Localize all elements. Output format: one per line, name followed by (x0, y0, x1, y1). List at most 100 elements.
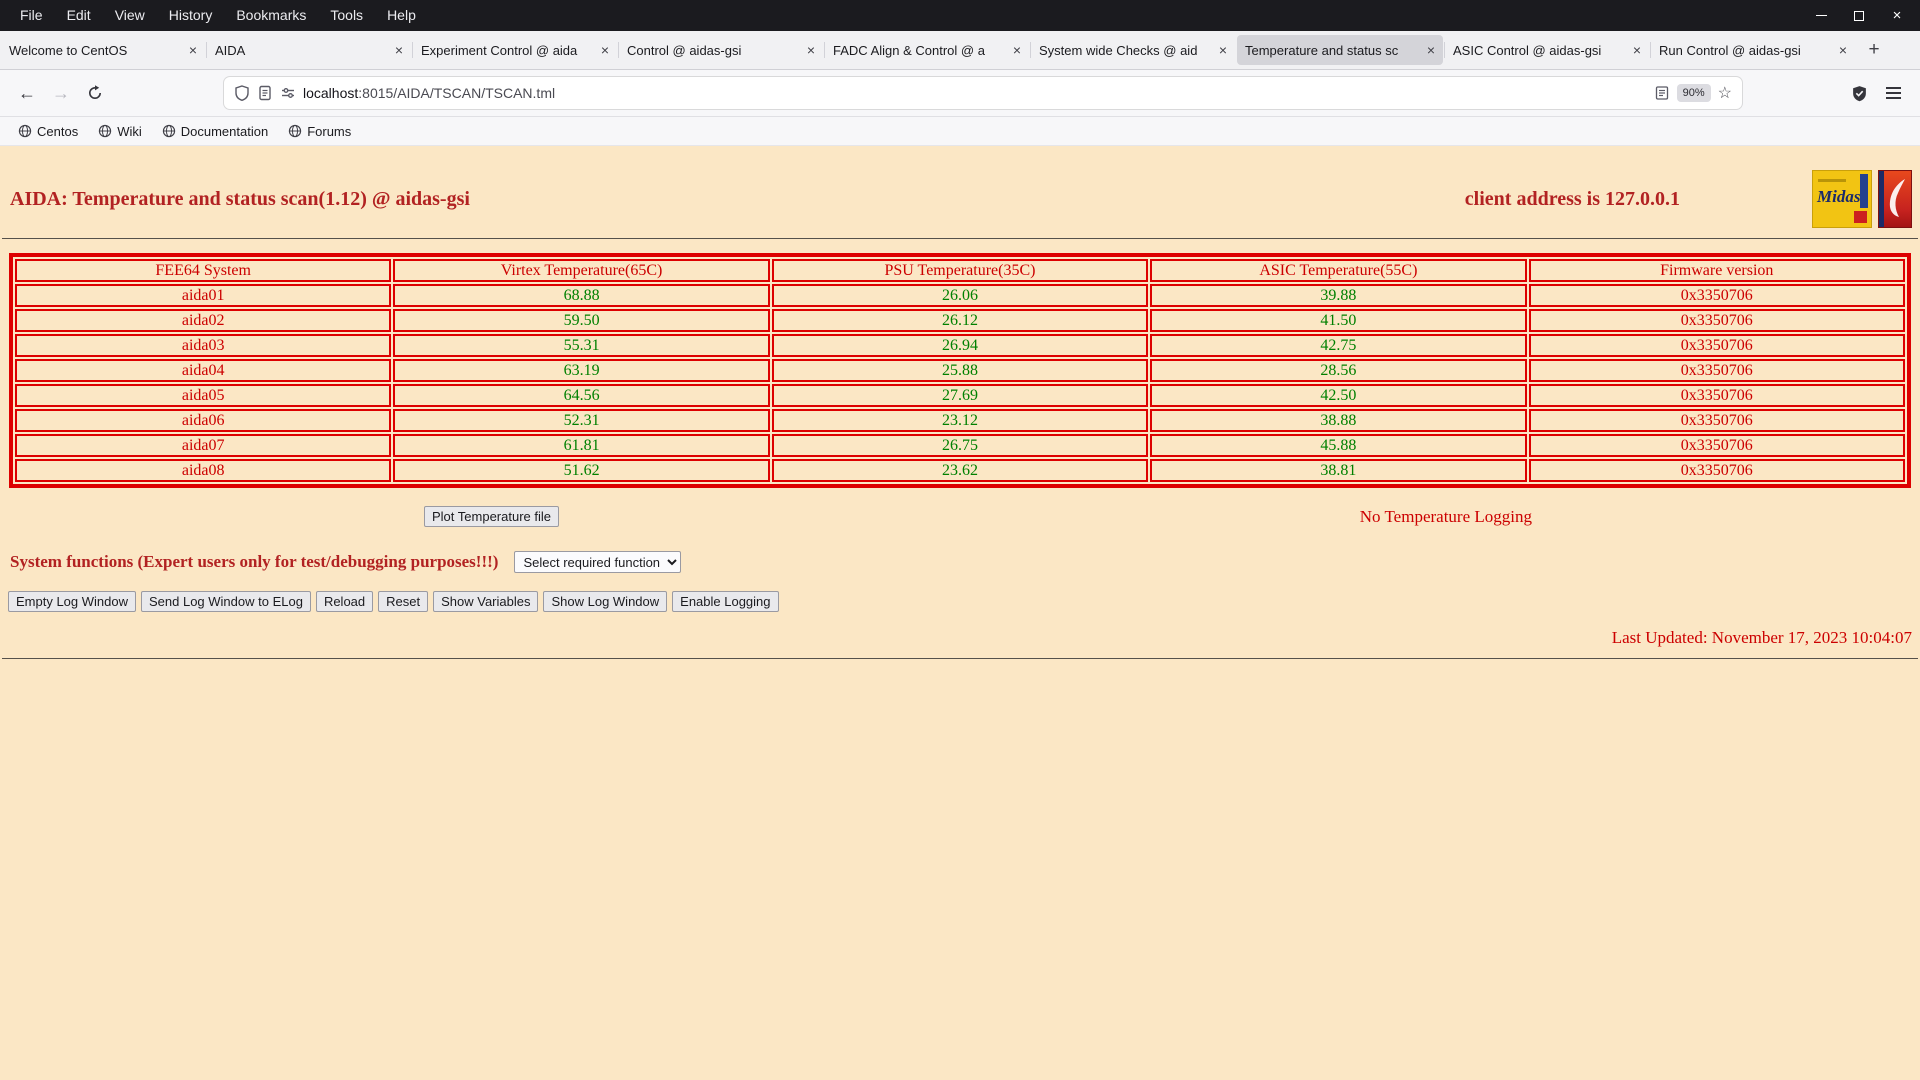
page-content: AIDA: Temperature and status scan(1.12) … (0, 146, 1920, 1080)
tab-temperature-status-active[interactable]: Temperature and status sc × (1237, 35, 1443, 65)
table-row: aida07 61.81 26.75 45.88 0x3350706 (15, 434, 1905, 457)
bookmark-wiki[interactable]: Wiki (90, 121, 150, 142)
table-row: aida06 52.31 23.12 38.88 0x3350706 (15, 409, 1905, 432)
tab-close-icon[interactable]: × (1633, 43, 1641, 57)
bookmark-documentation[interactable]: Documentation (154, 121, 276, 142)
plot-temperature-file-button[interactable]: Plot Temperature file (424, 506, 559, 527)
col-header-fee64: FEE64 System (15, 259, 391, 282)
midas-logo[interactable]: Midas (1812, 170, 1872, 228)
menu-tools[interactable]: Tools (318, 0, 375, 31)
tracking-protection-shield-icon[interactable] (234, 85, 250, 101)
menu-edit[interactable]: Edit (55, 0, 103, 31)
feather-icon (1885, 177, 1909, 219)
tab-welcome-centos[interactable]: Welcome to CentOS × (0, 31, 206, 69)
tab-bar: Welcome to CentOS × AIDA × Experiment Co… (0, 31, 1920, 70)
tab-asic-control[interactable]: ASIC Control @ aidas-gsi × (1444, 31, 1650, 69)
bookmark-centos[interactable]: Centos (10, 121, 86, 142)
psu-cell: 23.62 (772, 459, 1148, 482)
show-variables-button[interactable]: Show Variables (433, 591, 538, 612)
reset-button[interactable]: Reset (378, 591, 428, 612)
globe-icon (162, 124, 176, 138)
tab-close-icon[interactable]: × (1219, 43, 1227, 57)
tab-experiment-control[interactable]: Experiment Control @ aida × (412, 31, 618, 69)
tab-run-control[interactable]: Run Control @ aidas-gsi × (1650, 31, 1856, 69)
reader-mode-icon[interactable] (1654, 85, 1670, 101)
tab-close-icon[interactable]: × (1427, 43, 1435, 57)
tab-close-icon[interactable]: × (189, 43, 197, 57)
virtex-cell: 51.62 (393, 459, 769, 482)
virtex-cell: 61.81 (393, 434, 769, 457)
reload-button[interactable] (78, 76, 112, 110)
psu-cell: 23.12 (772, 409, 1148, 432)
tab-fadc-align-control[interactable]: FADC Align & Control @ a × (824, 31, 1030, 69)
firmware-cell: 0x3350706 (1529, 434, 1905, 457)
extension-shield-icon (1851, 85, 1868, 102)
tab-close-icon[interactable]: × (601, 43, 609, 57)
forward-button[interactable]: → (44, 76, 78, 110)
send-log-window-to-elog-button[interactable]: Send Log Window to ELog (141, 591, 311, 612)
menu-file[interactable]: File (8, 0, 55, 31)
minimize-icon (1816, 15, 1827, 17)
enable-logging-button[interactable]: Enable Logging (672, 591, 778, 612)
url-bar[interactable]: localhost:8015/AIDA/TSCAN/TSCAN.tml 90% … (224, 77, 1742, 109)
back-button[interactable]: ← (10, 76, 44, 110)
tab-system-wide-checks[interactable]: System wide Checks @ aid × (1030, 31, 1236, 69)
window-maximize-button[interactable] (1852, 9, 1866, 23)
table-row: aida01 68.88 26.06 39.88 0x3350706 (15, 284, 1905, 307)
address-text[interactable]: localhost:8015/AIDA/TSCAN/TSCAN.tml (303, 85, 1647, 101)
asic-cell: 39.88 (1150, 284, 1526, 307)
zoom-level-chip[interactable]: 90% (1677, 84, 1711, 102)
table-row: aida02 59.50 26.12 41.50 0x3350706 (15, 309, 1905, 332)
tab-aida[interactable]: AIDA × (206, 31, 412, 69)
footer-divider (2, 658, 1918, 659)
system-cell: aida02 (15, 309, 391, 332)
menu-help[interactable]: Help (375, 0, 428, 31)
col-header-psu: PSU Temperature(35C) (772, 259, 1148, 282)
bookmark-forums[interactable]: Forums (280, 121, 359, 142)
reload-icon (87, 85, 103, 101)
psu-cell: 25.88 (772, 359, 1148, 382)
new-tab-button[interactable]: + (1856, 31, 1892, 69)
virtex-cell: 68.88 (393, 284, 769, 307)
tab-close-icon[interactable]: × (807, 43, 815, 57)
last-updated-text: Last Updated: November 17, 2023 10:04:07 (0, 628, 1920, 648)
asic-cell: 45.88 (1150, 434, 1526, 457)
reload-page-button[interactable]: Reload (316, 591, 373, 612)
virtex-cell: 63.19 (393, 359, 769, 382)
bookmark-star-icon[interactable]: ☆ (1718, 83, 1732, 103)
window-close-button[interactable]: × (1890, 9, 1904, 23)
system-cell: aida05 (15, 384, 391, 407)
virtex-cell: 59.50 (393, 309, 769, 332)
firmware-cell: 0x3350706 (1529, 309, 1905, 332)
tcl-powered-logo[interactable] (1878, 170, 1912, 228)
show-log-window-button[interactable]: Show Log Window (543, 591, 667, 612)
asic-cell: 42.50 (1150, 384, 1526, 407)
menu-history[interactable]: History (157, 0, 225, 31)
system-cell: aida07 (15, 434, 391, 457)
menu-bookmarks[interactable]: Bookmarks (224, 0, 318, 31)
asic-cell: 28.56 (1150, 359, 1526, 382)
empty-log-window-button[interactable]: Empty Log Window (8, 591, 136, 612)
permissions-sliders-icon[interactable] (280, 85, 296, 101)
system-cell: aida03 (15, 334, 391, 357)
log-buttons-row: Empty Log Window Send Log Window to ELog… (0, 591, 1920, 612)
window-minimize-button[interactable] (1814, 9, 1828, 23)
app-menu-button[interactable] (1876, 76, 1910, 110)
psu-cell: 27.69 (772, 384, 1148, 407)
col-header-asic: ASIC Temperature(55C) (1150, 259, 1526, 282)
tab-close-icon[interactable]: × (1013, 43, 1021, 57)
page-info-icon[interactable] (257, 85, 273, 101)
window-controls: × (1814, 9, 1920, 23)
tab-close-icon[interactable]: × (1839, 43, 1847, 57)
firmware-cell: 0x3350706 (1529, 334, 1905, 357)
virtex-cell: 64.56 (393, 384, 769, 407)
extension-shield-button[interactable] (1842, 76, 1876, 110)
system-cell: aida08 (15, 459, 391, 482)
tab-control[interactable]: Control @ aidas-gsi × (618, 31, 824, 69)
tab-close-icon[interactable]: × (395, 43, 403, 57)
table-row: aida05 64.56 27.69 42.50 0x3350706 (15, 384, 1905, 407)
menu-view[interactable]: View (103, 0, 157, 31)
system-functions-row: System functions (Expert users only for … (0, 551, 1920, 573)
page-title: AIDA: Temperature and status scan(1.12) … (10, 188, 470, 211)
function-select[interactable]: Select required function (514, 551, 681, 573)
